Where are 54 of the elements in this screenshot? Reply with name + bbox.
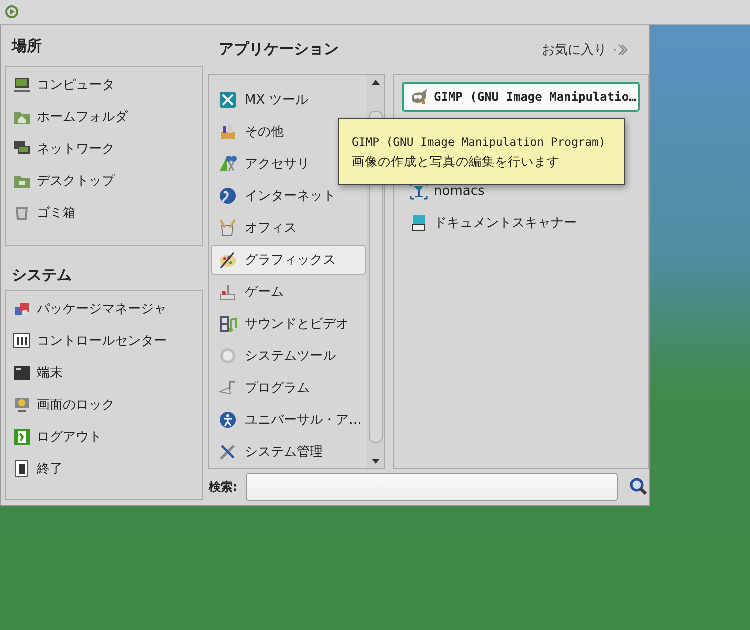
palette-icon (219, 251, 237, 269)
system-item[interactable]: パッケージマネージャ (6, 293, 202, 325)
film-icon (219, 315, 237, 333)
logo-icon[interactable] (5, 5, 19, 19)
system-item[interactable]: コントロールセンター (6, 325, 202, 357)
category-item[interactable]: インターネット (211, 181, 366, 211)
category-item[interactable]: オフィス (211, 213, 366, 243)
exit-icon (13, 428, 31, 446)
category-item[interactable]: プログラム (211, 373, 366, 403)
place-item[interactable]: デスクトップ (6, 165, 202, 197)
place-item[interactable]: ネットワーク (6, 133, 202, 165)
system-item[interactable]: ログアウト (6, 421, 202, 453)
joystick-icon (219, 283, 237, 301)
category-item[interactable]: システム管理 (211, 437, 366, 467)
terminal-icon (13, 364, 31, 382)
system-item[interactable]: 終了 (6, 453, 202, 485)
category-item[interactable]: ユニバーサル・ア… (211, 405, 366, 435)
search-label: 検索: (208, 478, 238, 496)
animal-icon (410, 88, 428, 106)
monitor-icon (13, 76, 31, 94)
box-icon (219, 123, 237, 141)
system-item[interactable]: 画面のロック (6, 389, 202, 421)
scissors-icon (219, 155, 237, 173)
section-heading: アプリケーション (218, 40, 339, 59)
chevron-icon (613, 42, 629, 56)
place-item[interactable]: ホームフォルダ (6, 101, 202, 133)
tooltip-description: 画像の作成と写真の編集を行います (352, 153, 561, 171)
place-item[interactable]: ゴミ箱 (6, 197, 202, 229)
globe-icon (219, 187, 237, 205)
cup-icon (219, 219, 237, 237)
application-item[interactable]: ドキュメントスキャナー (402, 208, 640, 238)
person-icon (219, 411, 237, 429)
trash-icon (13, 204, 31, 222)
category-item[interactable]: グラフィックス (211, 245, 366, 275)
category-item[interactable]: システムツール (211, 341, 366, 371)
place-item[interactable]: コンピュータ (6, 69, 202, 101)
section-heading: 場所 (10, 36, 43, 57)
category-item[interactable]: サウンドとビデオ (211, 309, 366, 339)
gear-icon (219, 347, 237, 365)
power-icon (13, 460, 31, 478)
tooltip-title: GIMP (GNU Image Manipulation Program) (352, 134, 606, 151)
favorites-button[interactable]: お気に入り (542, 38, 629, 60)
section-heading: システム (11, 265, 73, 286)
lock-screen-icon (13, 396, 31, 414)
category-item[interactable]: ゲーム (211, 277, 366, 307)
search-icon[interactable] (630, 478, 648, 496)
application-item[interactable]: GIMP (GNU Image Manipulatio… (402, 82, 640, 112)
package-icon (13, 300, 31, 318)
scanner-icon (410, 214, 428, 232)
category-item[interactable]: MX ツール (211, 85, 366, 115)
system-item[interactable]: 端末 (6, 357, 202, 389)
sliders-icon (13, 332, 31, 350)
search-field[interactable] (246, 473, 618, 501)
tools-icon (219, 91, 237, 109)
